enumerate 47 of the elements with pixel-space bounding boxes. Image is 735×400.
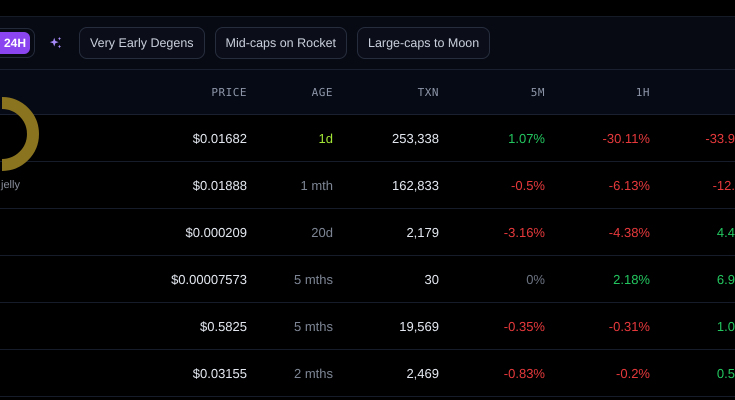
age-cell-text: 1d: [318, 130, 333, 146]
age-cell-text: 5 mths: [292, 272, 333, 286]
column-header: AGE: [310, 86, 333, 98]
column-header: PRICE: [210, 86, 247, 98]
sparkle-icon[interactable]: [49, 36, 64, 50]
change-cell-text: -0.83%: [502, 366, 545, 380]
change-cell-text: 6.9: [716, 272, 735, 286]
change-cell-text: -0.5%: [510, 178, 545, 192]
change-cell-text: -4.38%: [608, 224, 650, 240]
txn-cell-text: 19,569: [398, 318, 439, 334]
change-cell-text: -6.13%: [608, 178, 650, 192]
age-cell-text: 2 mths: [292, 366, 333, 380]
change-cell-text: 1.0: [716, 318, 735, 334]
timeframe-tab[interactable]: 24H: [0, 32, 30, 54]
change-cell-text: -0.31%: [608, 318, 650, 334]
price-cell-text: $0.03155: [192, 366, 247, 380]
change-cell-text: -33.9: [704, 130, 735, 146]
change-cell-text: -3.16%: [502, 224, 545, 240]
change-cell-text: 4.4: [716, 224, 735, 240]
txn-cell-text: 253,338: [391, 130, 439, 146]
change-cell-text: 2.18%: [612, 272, 650, 286]
txn-cell-text: 30: [424, 272, 439, 286]
change-cell-text: 0%: [525, 272, 545, 286]
txn-cell-text: 2,469: [405, 366, 439, 380]
preset-chip[interactable]: Large-caps to Moon: [357, 27, 490, 59]
price-cell-text: $0.01888: [192, 178, 247, 192]
price-cell-text: $0.00007573: [170, 272, 247, 286]
txn-cell-text: 162,833: [391, 178, 439, 192]
price-cell-text: $0.000209: [184, 224, 247, 240]
age-cell-text: 20d: [310, 224, 333, 240]
change-cell-text: -12.: [712, 178, 735, 192]
price-cell-text: $0.01682: [192, 130, 247, 146]
preset-chip[interactable]: Very Early Degens: [79, 27, 205, 59]
change-cell-text: 0.5: [716, 366, 735, 380]
price-cell-text: $0.5825: [199, 318, 247, 334]
token-name: jelly: [1, 179, 20, 191]
column-header: 1H: [634, 86, 650, 98]
preset-chip[interactable]: Mid-caps on Rocket: [214, 27, 348, 59]
age-cell-text: 5 mths: [292, 318, 333, 334]
change-cell-text: -0.2%: [615, 366, 650, 380]
change-cell-text: 1.07%: [507, 130, 545, 146]
column-header: TXN: [416, 86, 439, 98]
change-cell-text: -0.35%: [502, 318, 545, 334]
change-cell-text: -30.11%: [602, 130, 650, 146]
age-cell-text: 1 mth: [299, 178, 333, 192]
column-header: 5M: [530, 86, 545, 98]
txn-cell-text: 2,179: [405, 224, 439, 240]
